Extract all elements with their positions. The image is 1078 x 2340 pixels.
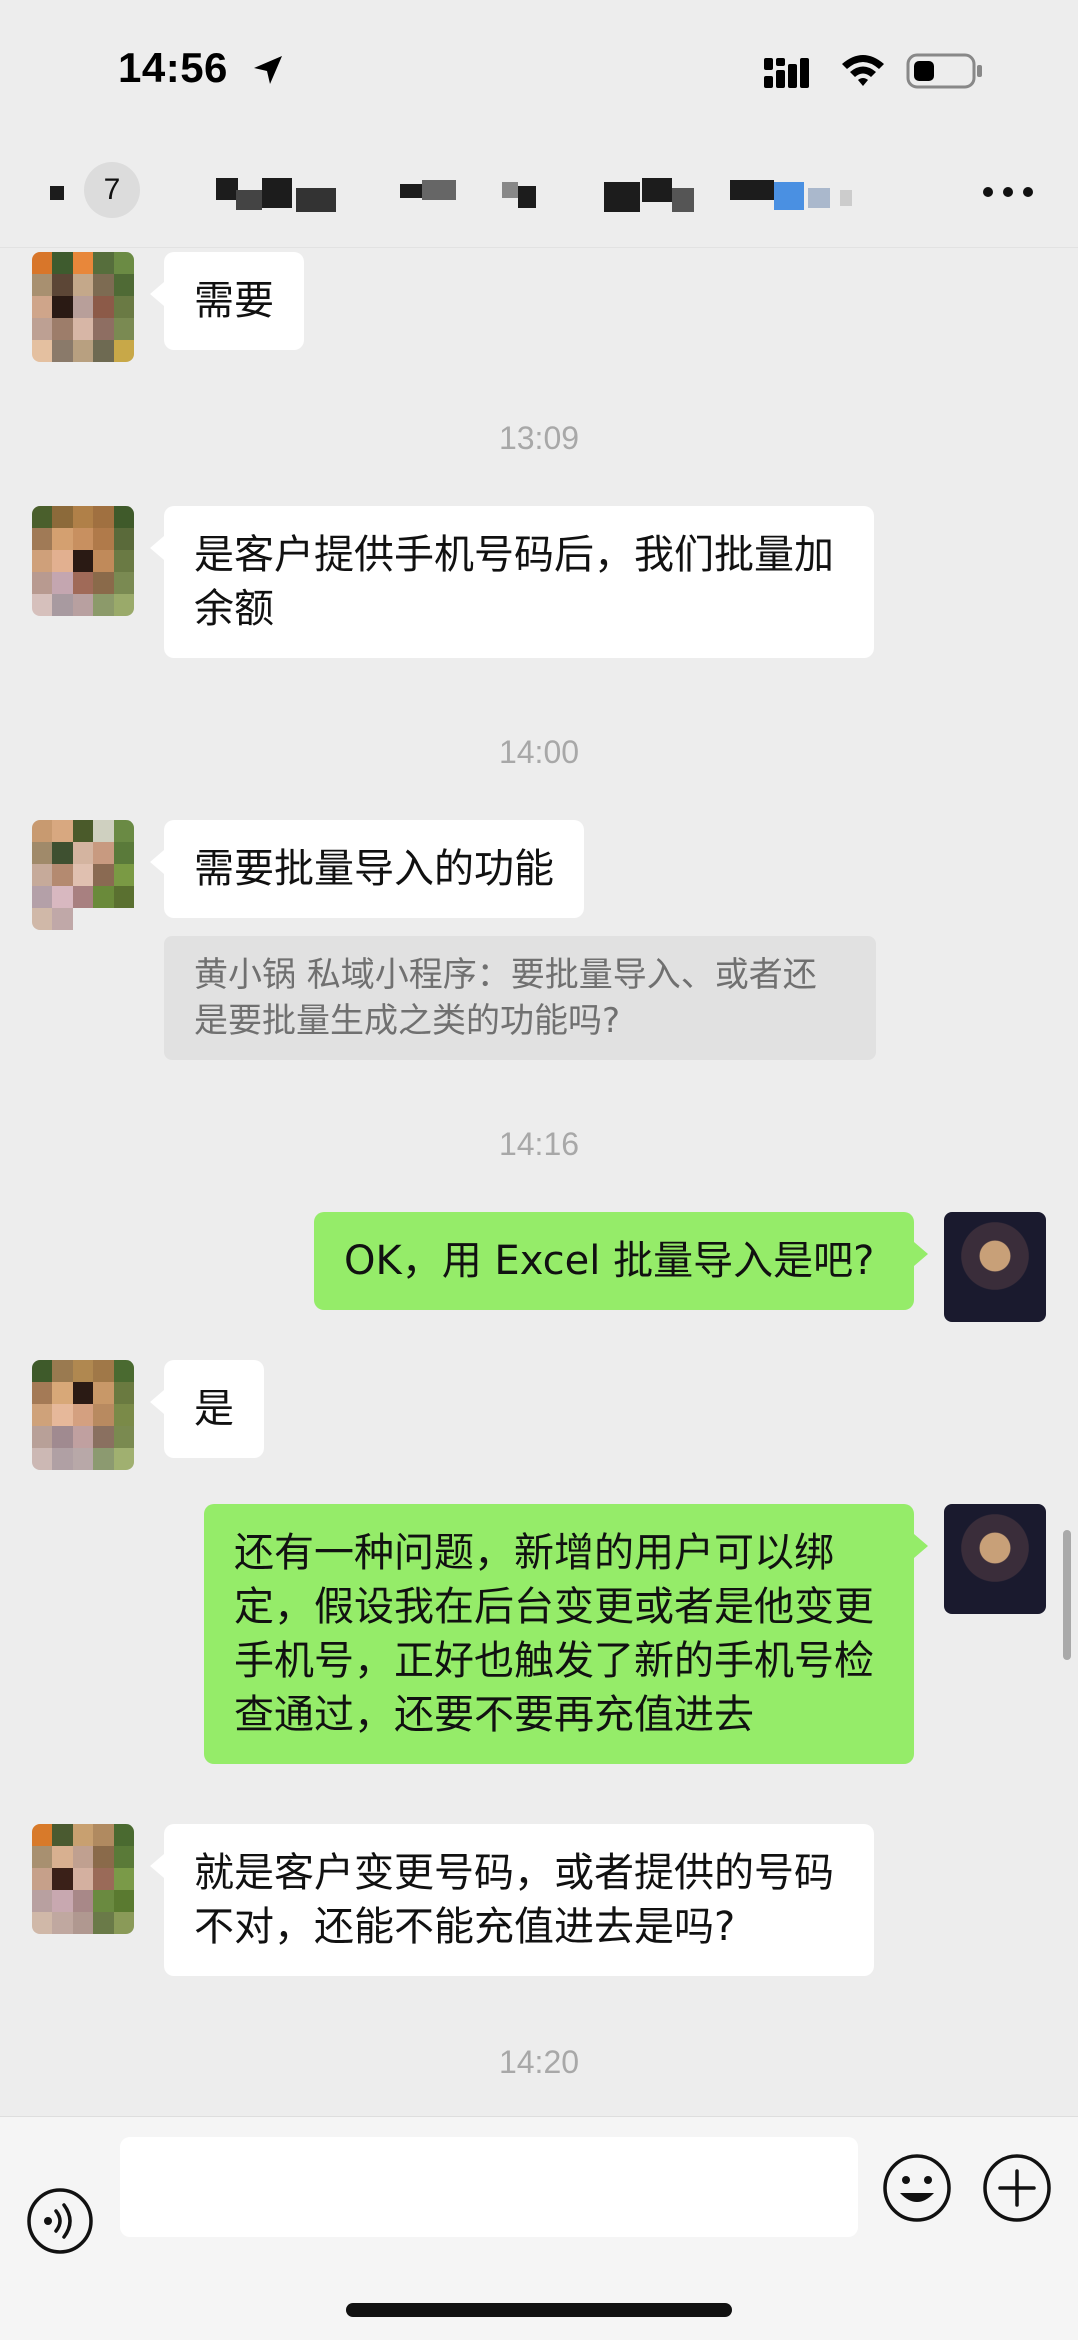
location-arrow-icon xyxy=(254,56,282,84)
status-time: 14:56 xyxy=(118,44,228,91)
message-bubble-incoming[interactable]: 需要 xyxy=(150,252,304,350)
message-timestamp: 14:16 xyxy=(498,1126,580,1162)
voice-icon[interactable] xyxy=(26,2187,94,2255)
message-timestamp: 14:00 xyxy=(498,734,580,770)
wifi-icon xyxy=(842,55,884,86)
message-bubble-incoming[interactable]: 需要批量导入的功能 xyxy=(150,820,584,918)
home-indicator xyxy=(346,2303,732,2317)
message-timestamp: 13:09 xyxy=(498,420,580,456)
contact-avatar[interactable] xyxy=(32,252,134,362)
message-timestamp: 14:20 xyxy=(498,2044,580,2080)
input-bar xyxy=(0,2116,1078,2340)
contact-avatar[interactable] xyxy=(32,1360,134,1470)
unread-count-badge[interactable]: 7 xyxy=(84,162,140,218)
contact-avatar[interactable] xyxy=(32,1824,134,1934)
chat-header: 7 xyxy=(0,140,1078,248)
message-bubble-outgoing[interactable]: OK，用 Excel 批量导入是吧? xyxy=(314,1212,928,1310)
scrollbar-thumb[interactable] xyxy=(1063,1530,1071,1660)
message-bubble-outgoing[interactable]: 还有一种问题，新增的用户可以绑定，假设我在后台变更或者是他变更手机号，正好也触发… xyxy=(204,1504,928,1764)
my-avatar[interactable] xyxy=(944,1212,1046,1322)
plus-icon[interactable] xyxy=(982,2153,1052,2223)
status-bar: 14:56 xyxy=(0,0,1078,140)
contact-avatar[interactable] xyxy=(32,820,134,930)
message-bubble-incoming[interactable]: 就是客户变更号码，或者提供的号码不对，还能不能充值进去是吗? xyxy=(150,1824,874,1976)
message-input[interactable] xyxy=(120,2137,858,2237)
emoji-icon[interactable] xyxy=(882,2153,952,2223)
chat-title-redacted xyxy=(40,178,920,218)
message-bubble-incoming[interactable]: 是 xyxy=(150,1360,264,1458)
chat-message-list[interactable]: 需要 13:09 是客户提供手机号码后，我们批量加余额 14:00 需要批量导入… xyxy=(0,248,1078,2116)
battery-icon xyxy=(906,53,982,89)
my-avatar[interactable] xyxy=(944,1504,1046,1614)
contact-avatar[interactable] xyxy=(32,506,134,616)
ellipsis-icon[interactable] xyxy=(980,182,1036,202)
message-bubble-incoming[interactable]: 是客户提供手机号码后，我们批量加余额 xyxy=(150,506,874,658)
cellular-signal-icon xyxy=(764,58,809,88)
quoted-message[interactable]: 黄小锅 私域小程序：要批量导入、或者还是要批量生成之类的功能吗? xyxy=(164,936,876,1060)
